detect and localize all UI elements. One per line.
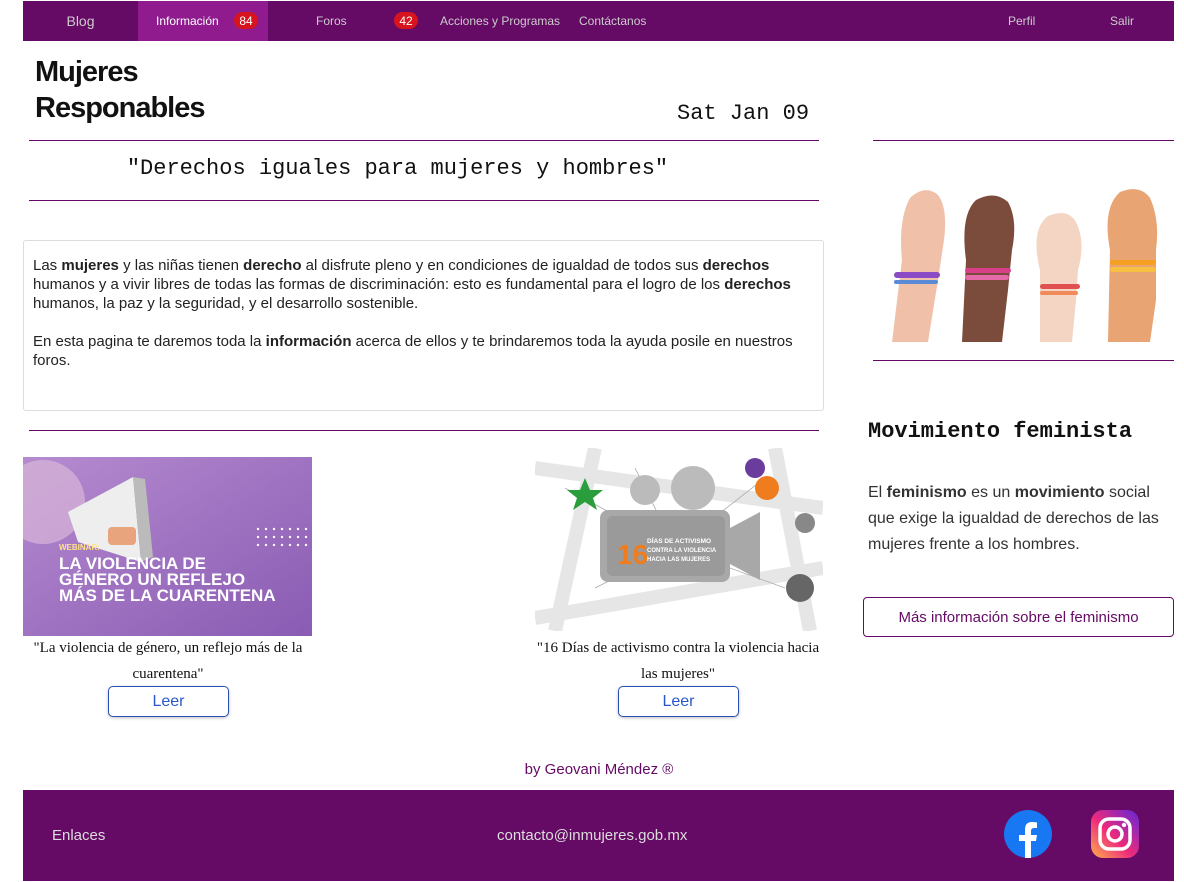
- card-caption: "La violencia de género, un reflejo más …: [33, 640, 303, 682]
- foros-count-badge: 42: [394, 12, 418, 29]
- nav-salir[interactable]: Salir: [1110, 1, 1134, 41]
- text-bold: mujeres: [61, 257, 119, 274]
- intro-box: Las mujeres y las niñas tienen derecho a…: [23, 240, 824, 411]
- instagram-icon[interactable]: [1091, 810, 1139, 858]
- activism-line-3: HACIA LAS MUJERES: [647, 557, 710, 563]
- nav-perfil[interactable]: Perfil: [1008, 1, 1035, 41]
- nav-salir-label: Salir: [1110, 14, 1135, 28]
- more-feminism-button[interactable]: Más información sobre el feminismo: [863, 597, 1174, 637]
- nav-informacion[interactable]: Información 84: [138, 1, 268, 41]
- nav-acciones[interactable]: Acciones y Programas: [440, 1, 560, 41]
- footer-links[interactable]: Enlaces: [52, 827, 105, 844]
- nav-blog[interactable]: Blog: [23, 1, 138, 41]
- nav-foros-label: Foros: [316, 14, 347, 28]
- feminism-title: Movimiento feminista: [868, 419, 1133, 444]
- divider: [29, 140, 819, 141]
- text: humanos y a vivir libres de todas las fo…: [33, 276, 725, 293]
- text: humanos, la paz y la seguridad, y el des…: [33, 295, 419, 312]
- nav-contacto-label: Contáctanos: [579, 14, 647, 28]
- intro-paragraph: Las mujeres y las niñas tienen derecho a…: [33, 256, 814, 313]
- text-bold: feminismo: [886, 484, 967, 501]
- site-title: Mujeres Responables: [35, 56, 206, 124]
- nav-blog-label: Blog: [66, 13, 95, 29]
- divider: [873, 140, 1174, 141]
- text: En esta pagina te daremos toda la: [33, 333, 266, 350]
- divider: [29, 200, 819, 201]
- text-bold: derechos: [724, 276, 791, 293]
- author-byline: by Geovani Méndez ®: [524, 761, 674, 778]
- activism-graphic: 16 DÍAS DE ACTIVISMO CONTRA LA VIOLENCIA…: [535, 448, 823, 631]
- text: y las niñas tienen: [118, 257, 244, 274]
- nav-contacto[interactable]: Contáctanos: [579, 1, 646, 41]
- text-bold: derechos: [702, 257, 770, 274]
- activism-line-1: DÍAS DE ACTIVISMO: [647, 536, 711, 545]
- text-bold: derecho: [243, 257, 302, 274]
- card-caption: "16 Días de activismo contra la violenci…: [536, 640, 820, 682]
- top-nav: Blog Información 84 Foros 42 Acciones y …: [23, 1, 1174, 41]
- webinar-title-line-3: MÁS DE LA CUARENTENA: [59, 586, 276, 605]
- current-date: Sat Jan 09: [677, 101, 810, 126]
- webinar-image[interactable]: WEBINAR: LA VIOLENCIA DE GÉNERO UN REFLE…: [23, 457, 312, 636]
- read-button[interactable]: Leer: [108, 686, 229, 717]
- facebook-icon[interactable]: [1004, 810, 1052, 858]
- divider: [873, 360, 1174, 361]
- raised-fists-graphic: [880, 180, 1170, 345]
- text-bold: información: [265, 333, 352, 350]
- activism-image[interactable]: 16 DÍAS DE ACTIVISMO CONTRA LA VIOLENCIA…: [535, 448, 823, 631]
- activism-number: 16: [617, 539, 648, 570]
- raised-fists-image: [880, 180, 1170, 345]
- slogan: "Derechos iguales para mujeres y hombres…: [126, 156, 669, 181]
- text: al disfrute pleno y en condiciones de ig…: [301, 257, 703, 274]
- text: es un: [966, 484, 1015, 501]
- nav-informacion-label: Información: [156, 14, 219, 28]
- nav-foros[interactable]: Foros 42: [268, 1, 428, 41]
- text-bold: movimiento: [1014, 484, 1105, 501]
- footer: Enlaces contacto@inmujeres.gob.mx: [23, 790, 1174, 881]
- footer-email[interactable]: contacto@inmujeres.gob.mx: [497, 827, 687, 844]
- text: Las: [33, 257, 62, 274]
- informacion-count-badge: 84: [234, 12, 258, 29]
- text: El: [868, 484, 887, 501]
- activism-line-2: CONTRA LA VIOLENCIA: [647, 548, 717, 554]
- intro-paragraph: En esta pagina te daremos toda la inform…: [33, 332, 814, 370]
- read-button[interactable]: Leer: [618, 686, 739, 717]
- divider: [29, 430, 819, 431]
- feminism-text: El feminismo es un movimiento social que…: [868, 480, 1168, 558]
- nav-perfil-label: Perfil: [1008, 14, 1036, 28]
- nav-acciones-label: Acciones y Programas: [440, 14, 561, 28]
- webinar-tag: WEBINAR:: [59, 543, 100, 552]
- webinar-graphic: WEBINAR: LA VIOLENCIA DE GÉNERO UN REFLE…: [23, 457, 312, 636]
